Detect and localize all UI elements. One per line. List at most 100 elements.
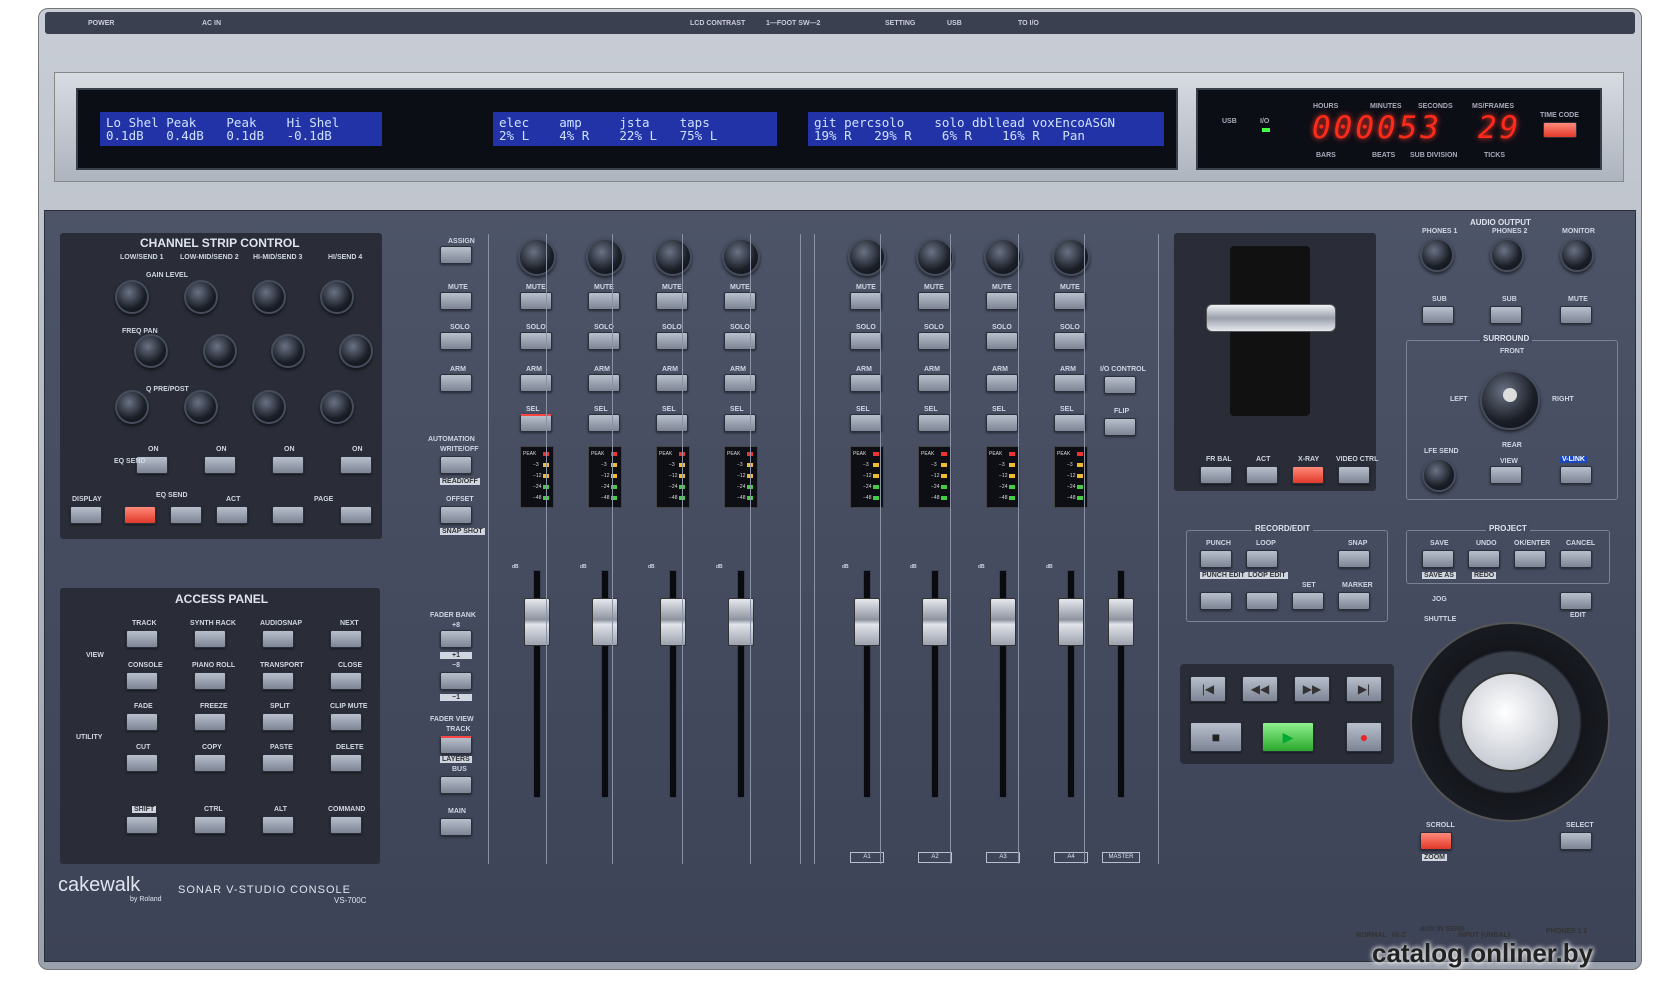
strip-1-sel-button[interactable]	[520, 414, 552, 432]
strip-8-mute-button[interactable]	[1054, 292, 1086, 310]
view-transport-button[interactable]	[262, 672, 294, 690]
cs-knob-freq-2[interactable]	[203, 334, 237, 368]
strip-8-arm-button[interactable]	[1054, 374, 1086, 392]
cs-page-right-button[interactable]	[340, 506, 372, 524]
tbar-act-button[interactable]	[1246, 466, 1278, 484]
strip-5-fader[interactable]	[854, 598, 880, 646]
io-control-button[interactable]	[1104, 376, 1136, 394]
cs-knob-freq-3[interactable]	[271, 334, 305, 368]
bank-plus8-button[interactable]	[440, 630, 472, 648]
x-ray-button[interactable]	[1292, 466, 1324, 484]
bank-minus8-button[interactable]	[440, 672, 472, 690]
loop-button[interactable]	[1246, 550, 1278, 568]
flip-button[interactable]	[1104, 418, 1136, 436]
view-console-button[interactable]	[126, 672, 158, 690]
sub2-button[interactable]	[1490, 306, 1522, 324]
strip-6-fader[interactable]	[922, 598, 948, 646]
cs-on-button-3[interactable]	[272, 456, 304, 474]
view-audiosnap-button[interactable]	[262, 630, 294, 648]
cs-knob-gain-3[interactable]	[252, 280, 286, 314]
strip-2-mute-button[interactable]	[588, 292, 620, 310]
util-copy-button[interactable]	[194, 754, 226, 772]
view-track-button[interactable]	[126, 630, 158, 648]
rtz-button[interactable]: |◀	[1190, 676, 1226, 702]
ok-enter-button[interactable]	[1514, 550, 1546, 568]
punch-button[interactable]	[1200, 550, 1232, 568]
strip-7-mute-button[interactable]	[986, 292, 1018, 310]
offset-button[interactable]	[440, 506, 472, 524]
cancel-button[interactable]	[1560, 550, 1592, 568]
view-close-button[interactable]	[330, 672, 362, 690]
strip-8-fader[interactable]	[1058, 598, 1084, 646]
phones2-knob[interactable]	[1490, 238, 1524, 272]
strip-1-solo-button[interactable]	[520, 332, 552, 350]
cs-knob-q-1[interactable]	[115, 390, 149, 424]
strip-6-sel-button[interactable]	[918, 414, 950, 432]
rewind-button[interactable]: ◀◀	[1242, 676, 1278, 702]
pan-knob-2[interactable]	[586, 238, 624, 276]
strip-6-mute-button[interactable]	[918, 292, 950, 310]
fast-forward-button[interactable]: ▶▶	[1294, 676, 1330, 702]
set-button[interactable]	[1292, 592, 1324, 610]
view-piano-roll-button[interactable]	[194, 672, 226, 690]
pan-knob-6[interactable]	[916, 238, 954, 276]
cs-page-left-button[interactable]	[272, 506, 304, 524]
marker-button[interactable]	[1338, 592, 1370, 610]
fr-bal-button[interactable]	[1200, 466, 1232, 484]
cs-knob-q-3[interactable]	[252, 390, 286, 424]
cs-knob-gain-2[interactable]	[184, 280, 218, 314]
util-split-button[interactable]	[262, 713, 294, 731]
cs-knob-q-2[interactable]	[184, 390, 218, 424]
cs-on-button-4[interactable]	[340, 456, 372, 474]
fader-main-button[interactable]	[440, 818, 472, 836]
end-button[interactable]: ▶|	[1346, 676, 1382, 702]
fader-track-button[interactable]	[440, 736, 472, 754]
col-solo-button[interactable]	[440, 332, 472, 350]
tbar-handle[interactable]	[1206, 304, 1336, 332]
record-button[interactable]: ●	[1346, 722, 1382, 752]
strip-2-solo-button[interactable]	[588, 332, 620, 350]
cs-knob-q-4[interactable]	[320, 390, 354, 424]
pan-knob-1[interactable]	[518, 238, 556, 276]
strip-2-arm-button[interactable]	[588, 374, 620, 392]
snap-button[interactable]	[1338, 550, 1370, 568]
col-arm-button[interactable]	[440, 374, 472, 392]
pan-knob-3[interactable]	[654, 238, 692, 276]
lfe-send-knob[interactable]	[1422, 458, 1456, 492]
scroll-button[interactable]	[1420, 832, 1452, 850]
monitor-knob[interactable]	[1560, 238, 1594, 272]
util-delete-button[interactable]	[330, 754, 362, 772]
cs-on-button-2[interactable]	[204, 456, 236, 474]
play-button[interactable]: ▶	[1262, 722, 1314, 752]
pan-knob-4[interactable]	[722, 238, 760, 276]
strip-5-sel-button[interactable]	[850, 414, 882, 432]
strip-1-mute-button[interactable]	[520, 292, 552, 310]
sub1-button[interactable]	[1422, 306, 1454, 324]
strip-2-fader[interactable]	[592, 598, 618, 646]
strip-4-arm-button[interactable]	[724, 374, 756, 392]
save-button[interactable]	[1422, 550, 1454, 568]
cs-eq-button[interactable]	[124, 506, 156, 524]
strip-7-fader[interactable]	[990, 598, 1016, 646]
out-mute-button[interactable]	[1560, 306, 1592, 324]
fader-bus-button[interactable]	[440, 776, 472, 794]
strip-1-arm-button[interactable]	[520, 374, 552, 392]
strip-6-solo-button[interactable]	[918, 332, 950, 350]
phones1-knob[interactable]	[1420, 238, 1454, 272]
strip-3-solo-button[interactable]	[656, 332, 688, 350]
strip-8-sel-button[interactable]	[1054, 414, 1086, 432]
strip-3-mute-button[interactable]	[656, 292, 688, 310]
cs-display-button[interactable]	[70, 506, 102, 524]
cs-act-button[interactable]	[216, 506, 248, 524]
jog-wheel[interactable]	[1460, 672, 1560, 772]
strip-4-sel-button[interactable]	[724, 414, 756, 432]
cs-knob-gain-4[interactable]	[320, 280, 354, 314]
cs-knob-gain-1[interactable]	[115, 280, 149, 314]
strip-2-sel-button[interactable]	[588, 414, 620, 432]
stop-button[interactable]: ■	[1190, 722, 1242, 752]
strip-5-mute-button[interactable]	[850, 292, 882, 310]
strip-4-mute-button[interactable]	[724, 292, 756, 310]
mod-alt-button[interactable]	[262, 816, 294, 834]
strip-3-sel-button[interactable]	[656, 414, 688, 432]
cs-send-button[interactable]	[170, 506, 202, 524]
